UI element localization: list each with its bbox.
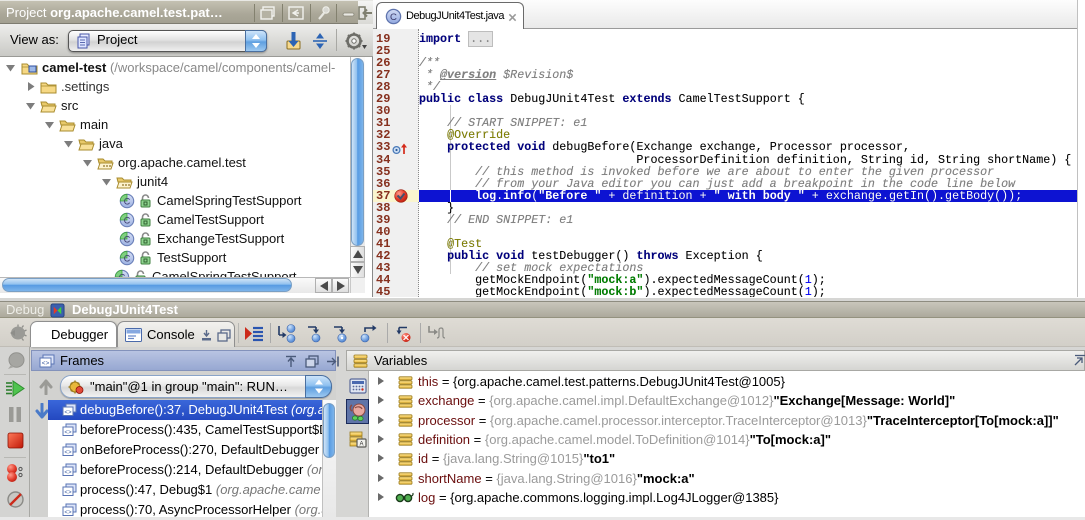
svg-text:<>: <>	[64, 409, 72, 416]
svg-text:<>: <>	[64, 469, 72, 476]
svg-text:<>: <>	[64, 429, 72, 436]
svg-text:A: A	[359, 442, 363, 448]
svg-text:<>: <>	[64, 449, 72, 456]
svg-text:C: C	[390, 12, 397, 23]
svg-text:<>: <>	[64, 509, 72, 516]
svg-text:C: C	[124, 216, 131, 226]
svg-text:C: C	[124, 235, 131, 245]
svg-text:C: C	[124, 254, 131, 264]
svg-text:<>: <>	[64, 489, 72, 496]
svg-text:C: C	[124, 197, 131, 207]
svg-text:<>: <>	[42, 360, 50, 367]
